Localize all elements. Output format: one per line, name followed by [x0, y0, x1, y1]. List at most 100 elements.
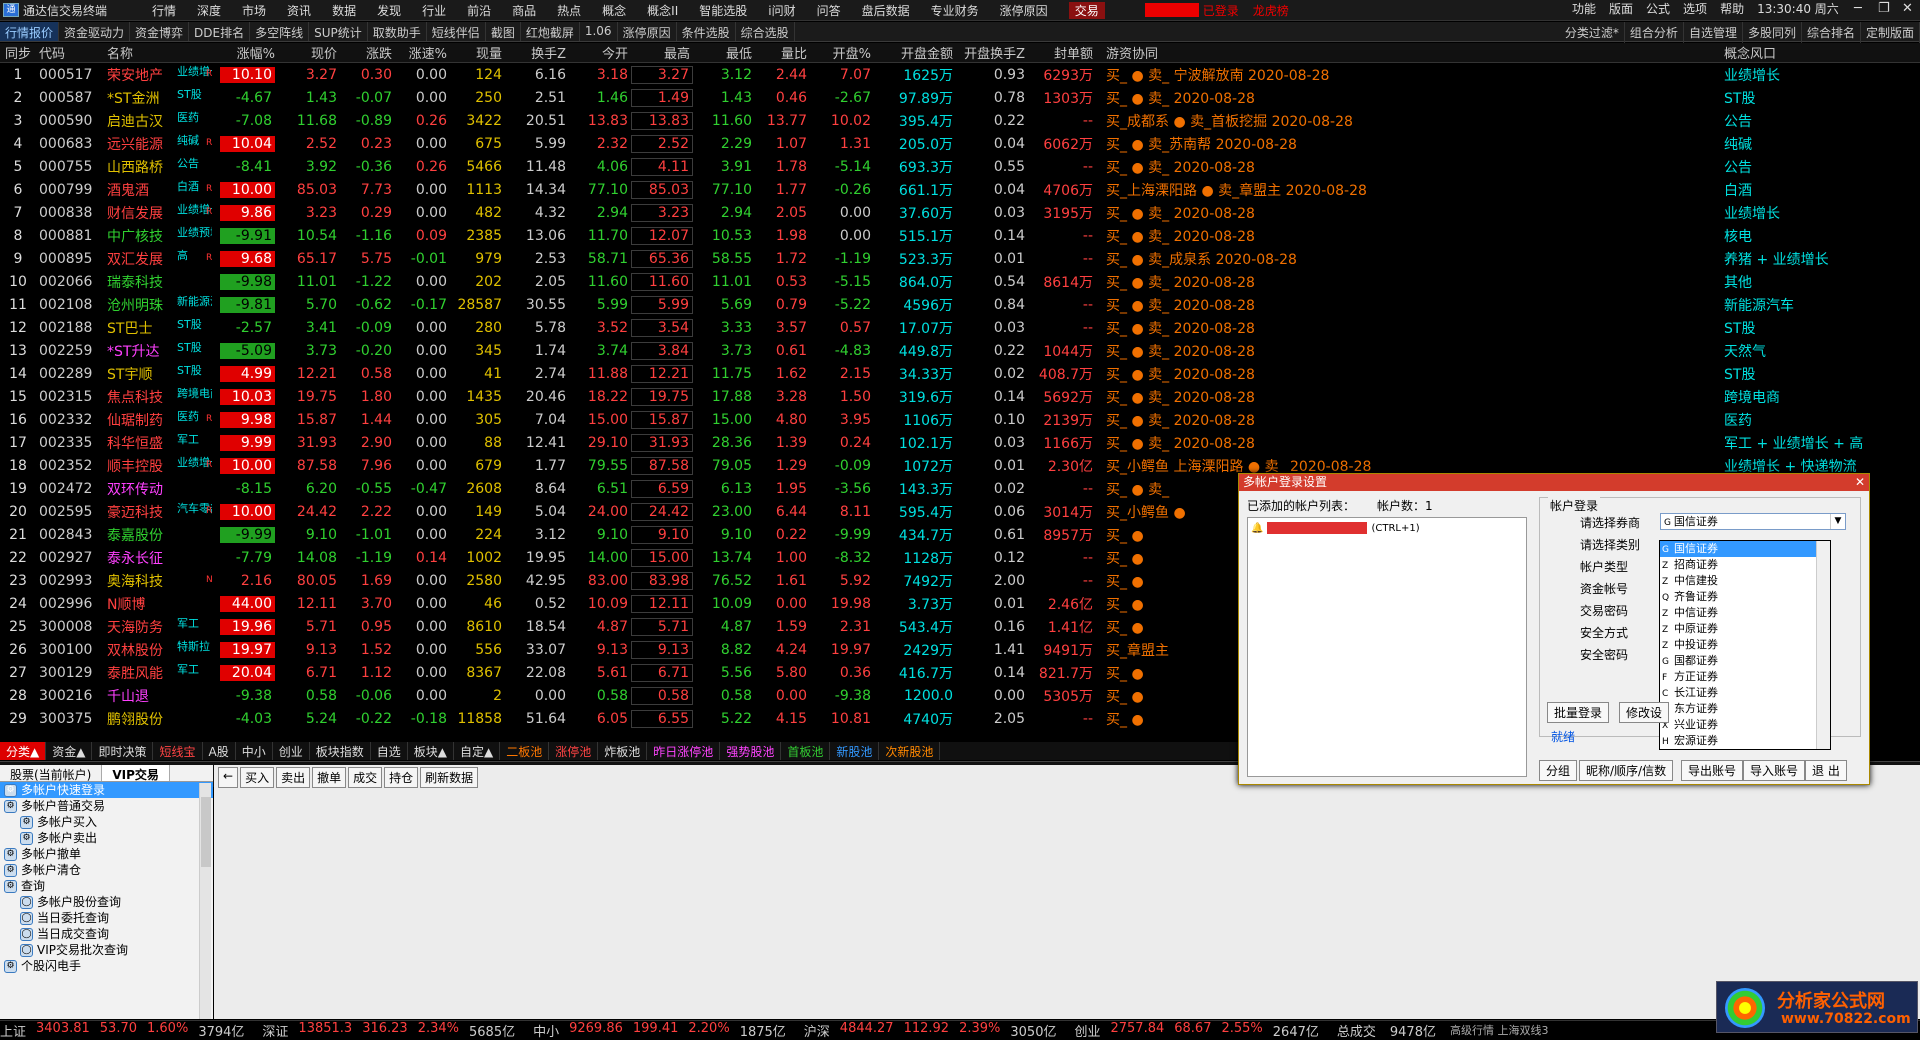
category-tab[interactable]: 首板池: [781, 742, 831, 760]
stock-name-text[interactable]: *ST金洲: [107, 91, 159, 107]
tree-item-label[interactable]: 多帐户买入: [37, 815, 97, 829]
stock-name[interactable]: 仙琚制药 医药 R: [104, 410, 212, 430]
nickname-order-button[interactable]: 昵称/顺序/信数: [1579, 760, 1674, 781]
menu-item[interactable]: i问财: [768, 2, 795, 19]
broker-option[interactable]: G 国信证券: [1660, 541, 1830, 557]
column-header[interactable]: 名称: [104, 43, 212, 62]
stock-name-text[interactable]: 鹏翎股份: [107, 712, 163, 728]
account-list[interactable]: 🔔 (CTRL+1): [1247, 517, 1527, 777]
stock-name-text[interactable]: 中广核技: [107, 229, 163, 245]
stock-code[interactable]: 000587: [36, 90, 104, 106]
stock-name[interactable]: ST宇顺 ST股: [104, 364, 212, 384]
column-header[interactable]: 量比: [755, 43, 810, 62]
table-row[interactable]: 14 002289 ST宇顺 ST股 4.99 12.21 0.58 0.00 41 2.74 11…: [0, 362, 1920, 385]
category-tab[interactable]: 板块▲: [408, 742, 455, 760]
column-header[interactable]: 现量: [450, 43, 505, 62]
modify-button[interactable]: 修改设: [1619, 702, 1670, 723]
broker-option[interactable]: X 兴业证券: [1660, 717, 1830, 733]
tree-item[interactable]: ◯ 当日成交查询: [0, 926, 213, 942]
menu-item[interactable]: 市场: [242, 2, 266, 19]
column-header[interactable]: 开盘%: [810, 43, 874, 62]
broker-option-label[interactable]: 东方证券: [1674, 702, 1718, 715]
tree-item[interactable]: ⚙ 个股闪电手: [0, 958, 213, 974]
minimize-icon[interactable]: ─: [1854, 1, 1862, 16]
tab-stock-account[interactable]: 股票(当前帐户): [0, 765, 103, 782]
category-tab[interactable]: 昨日涨停池: [647, 742, 721, 760]
broker-option-label[interactable]: 中信证券: [1674, 606, 1718, 619]
menu-item[interactable]: 概念: [602, 2, 626, 19]
broker-option-label[interactable]: 中信建投: [1674, 574, 1718, 587]
toolbar-right-item[interactable]: 定制版面: [1861, 22, 1920, 43]
dragon-tiger-link[interactable]: 龙虎榜: [1253, 2, 1289, 19]
toolbar-item[interactable]: 短线伴侣: [427, 22, 486, 41]
category-tab[interactable]: 涨停池: [549, 742, 599, 760]
table-row[interactable]: 2 000587 *ST金洲 ST股 -4.67 1.43 -0.07 0.00 250 2.51…: [0, 86, 1920, 109]
tree-item-label[interactable]: 多帐户撤单: [21, 847, 81, 861]
column-header[interactable]: 同步: [0, 43, 36, 62]
stock-name-text[interactable]: 双林股份: [107, 643, 163, 659]
broker-option[interactable]: Z 中原证券: [1660, 621, 1830, 637]
category-tab[interactable]: 炸板池: [598, 742, 648, 760]
right-menu-item[interactable]: 选项: [1683, 0, 1707, 17]
menu-item[interactable]: 热点: [557, 2, 581, 19]
stock-code[interactable]: 002259: [36, 343, 104, 359]
tree-item[interactable]: ◯ 当日委托查询: [0, 910, 213, 926]
broker-option[interactable]: Z 招商证券: [1660, 557, 1830, 573]
stock-code[interactable]: 000895: [36, 251, 104, 267]
stock-code[interactable]: 000881: [36, 228, 104, 244]
broker-option-label[interactable]: 国信证券: [1674, 542, 1718, 555]
category-tab[interactable]: 强势股池: [720, 742, 782, 760]
toolbar-item[interactable]: 资金博弈: [130, 22, 190, 41]
right-menu-item[interactable]: 功能: [1572, 0, 1596, 17]
column-header[interactable]: 开盘换手Z: [956, 43, 1028, 62]
broker-option-label[interactable]: 方正证券: [1674, 670, 1718, 683]
stock-name-text[interactable]: 泰永长征: [107, 551, 163, 567]
stock-name[interactable]: 酒鬼酒 白酒 R: [104, 180, 212, 200]
index-group[interactable]: 创业 2757.84 68.67 2.55% 2647亿: [1074, 1021, 1336, 1040]
menu-item[interactable]: 商品: [512, 2, 536, 19]
column-header[interactable]: 游资协同: [1096, 43, 1716, 62]
trade-button[interactable]: 成交: [348, 767, 383, 788]
stock-name[interactable]: 泰胜风能 军工: [104, 663, 212, 683]
column-header[interactable]: 最高: [631, 43, 693, 62]
stock-name[interactable]: 泰永长征: [104, 548, 212, 568]
menu-item[interactable]: 深度: [197, 2, 221, 19]
category-tab[interactable]: A股: [203, 742, 236, 760]
broker-option[interactable]: D东方证券: [1660, 701, 1830, 717]
toolbar-right-item[interactable]: 分类过滤*: [1560, 22, 1625, 43]
stock-code[interactable]: 002595: [36, 504, 104, 520]
stock-name[interactable]: 千山退: [104, 686, 212, 706]
category-tab[interactable]: 二板池: [500, 742, 550, 760]
trade-button[interactable]: 买入: [240, 767, 275, 788]
table-row[interactable]: 10 002066 瑞泰科技 -9.98 11.01 -1.22 0.00 202 2.05 11…: [0, 270, 1920, 293]
category-tab[interactable]: 中小: [236, 742, 273, 760]
stock-code[interactable]: 300129: [36, 665, 104, 681]
stock-code[interactable]: 300375: [36, 711, 104, 727]
stock-name-text[interactable]: ST巴士: [107, 321, 152, 337]
category-tab[interactable]: 自选: [371, 742, 408, 760]
stock-code[interactable]: 002066: [36, 274, 104, 290]
tree-item-label[interactable]: VIP交易批次查询: [37, 943, 128, 957]
table-row[interactable]: 9 000895 双汇发展高 R 9.68 65.17 5.75 -0.01 979 2.53 58…: [0, 247, 1920, 270]
stock-code[interactable]: 000755: [36, 159, 104, 175]
stock-name-text[interactable]: 荣安地产: [107, 68, 163, 84]
stock-name-text[interactable]: 奥海科技: [107, 574, 163, 590]
toolbar-item[interactable]: 红炮截屏: [521, 22, 580, 41]
stock-code[interactable]: 000799: [36, 182, 104, 198]
table-row[interactable]: 7000838财信发展业绩增长R9.863.230.290.004824.322…: [0, 201, 1920, 224]
category-tab[interactable]: 即时决策: [92, 742, 154, 760]
stock-name-text[interactable]: 远兴能源: [107, 137, 163, 153]
stock-name[interactable]: 双环传动: [104, 479, 212, 499]
chevron-down-icon[interactable]: ▼: [1830, 514, 1845, 529]
index-group[interactable]: 深证 13851.3 316.23 2.34% 5685亿: [262, 1021, 533, 1040]
table-row[interactable]: 13 002259 *ST升达 ST股 -5.09 3.73 -0.20 0.00 345 1.7…: [0, 339, 1920, 362]
stock-name[interactable]: 远兴能源 纯碱 R: [104, 134, 212, 154]
broker-option-label[interactable]: 中投证券: [1674, 638, 1718, 651]
exit-button[interactable]: 退 出: [1805, 760, 1847, 781]
stock-code[interactable]: 002472: [36, 481, 104, 497]
tree-item-label[interactable]: 查询: [21, 879, 45, 893]
toolbar-right-item[interactable]: 综合排名: [1802, 22, 1861, 43]
broker-dropdown-list[interactable]: G 国信证券 Z 招商证券 Z 中信建投 Q 齐鲁证券 Z 中信证券 Z 中原证券 Z 中投证券 G 国都证券…: [1659, 540, 1831, 750]
tree-item-label[interactable]: 多帐户清仓: [21, 863, 81, 877]
stock-name-text[interactable]: 豪迈科技: [107, 505, 163, 521]
